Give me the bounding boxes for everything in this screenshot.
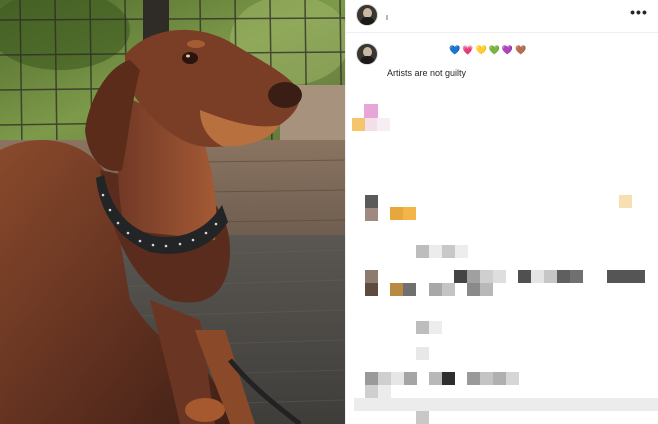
author-username[interactable] bbox=[386, 15, 388, 20]
yellow-heart-emoji: 💛 bbox=[475, 45, 488, 55]
author-avatar[interactable] bbox=[356, 4, 378, 26]
more-options-button[interactable]: ••• bbox=[627, 5, 651, 25]
blue-heart-emoji: 💙 bbox=[449, 45, 462, 55]
brown-heart-emoji: 🤎 bbox=[515, 45, 528, 55]
green-heart-emoji: 💚 bbox=[488, 45, 501, 55]
doberman-dog-image bbox=[0, 0, 345, 424]
pink-heart-emoji: 💗 bbox=[462, 45, 475, 55]
instagram-post-window: ••• 💙💗💛💚💜🤎 Artists are not guilty bbox=[0, 0, 658, 424]
post-header: ••• bbox=[346, 0, 658, 33]
caption-text: Artists are not guilty bbox=[387, 68, 467, 78]
caption-author-avatar[interactable] bbox=[356, 43, 378, 65]
post-photo[interactable] bbox=[0, 0, 345, 424]
purple-heart-emoji: 💜 bbox=[501, 45, 515, 55]
comment-input-bar[interactable] bbox=[354, 398, 658, 411]
post-details-panel: ••• 💙💗💛💚💜🤎 Artists are not guilty bbox=[345, 0, 658, 424]
caption-emoji-row: 💙💗💛💚💜🤎 bbox=[449, 44, 528, 56]
